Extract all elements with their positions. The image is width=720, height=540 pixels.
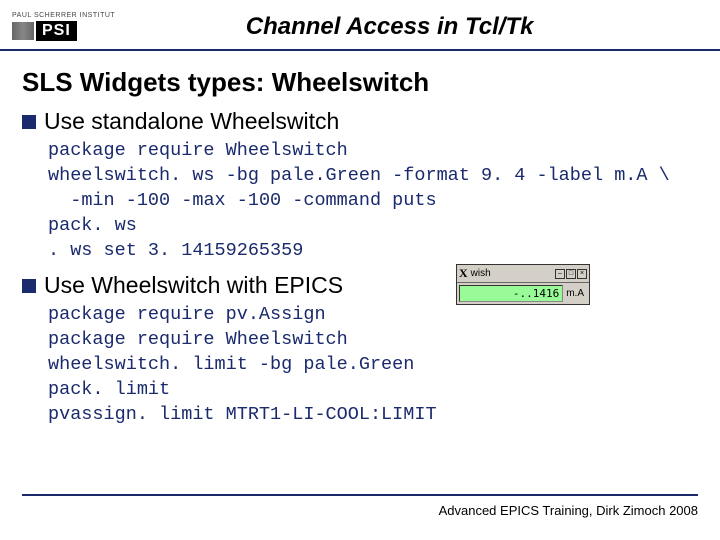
minimize-icon: – [555,269,565,279]
demo-app-icon: X [459,266,468,281]
bullet-square-icon [22,279,36,293]
demo-titlebar: X wish – □ × [457,265,589,283]
close-icon: × [577,269,587,279]
slide-content: SLS Widgets types: Wheelswitch Use stand… [0,51,720,428]
bullet-text: Use standalone Wheelswitch [44,108,339,135]
bullet-item: Use standalone Wheelswitch [22,108,698,135]
header: PAUL SCHERRER INSTITUT PSI Channel Acces… [0,0,720,51]
code-block-epics: package require pv.Assign package requir… [48,303,698,428]
demo-window-title: wish [471,268,555,279]
demo-unit-label: m.A [563,288,587,299]
logo-text: PSI [36,21,77,41]
bullet-square-icon [22,115,36,129]
logo-bar-icon [12,22,34,40]
slide-heading: SLS Widgets types: Wheelswitch [22,67,698,98]
demo-display-value: -..1416 [459,285,563,302]
bullet-text: Use Wheelswitch with EPICS [44,272,343,299]
psi-logo: PAUL SCHERRER INSTITUT PSI [12,12,115,41]
wheelswitch-demo-window: X wish – □ × -..1416 m.A [456,264,590,305]
bullet-item: Use Wheelswitch with EPICS [22,272,698,299]
footer-text: Advanced EPICS Training, Dirk Zimoch 200… [439,503,698,518]
demo-body: -..1416 m.A [457,283,589,304]
maximize-icon: □ [566,269,576,279]
bottom-rule [22,494,698,496]
page-title: Channel Access in Tcl/Tk [135,13,704,41]
code-block-standalone: package require Wheelswitch wheelswitch.… [48,139,698,264]
logo-institute-text: PAUL SCHERRER INSTITUT [12,12,115,19]
